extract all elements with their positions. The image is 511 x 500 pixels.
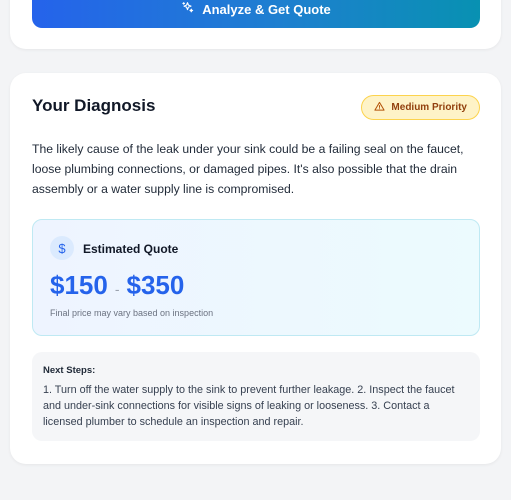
analyze-card: Analyze & Get Quote <box>10 0 501 49</box>
diagnosis-card: Your Diagnosis Medium Priority The likel… <box>10 73 501 464</box>
next-steps-text: 1. Turn off the water supply to the sink… <box>43 384 455 428</box>
quote-range: $150 - $350 <box>50 270 184 301</box>
diagnosis-text: The likely cause of the leak under your … <box>32 142 464 196</box>
quote-note: Final price may vary based on inspection <box>50 308 214 318</box>
priority-label: Medium Priority <box>391 102 467 113</box>
analyze-quote-label: Analyze & Get Quote <box>202 1 331 17</box>
dollar-icon: $ <box>50 236 74 260</box>
quote-max: $350 <box>126 270 185 300</box>
quote-min: $150 <box>50 270 108 300</box>
analyze-quote-button[interactable]: Analyze & Get Quote <box>32 0 480 28</box>
next-steps-title: Next Steps: <box>43 365 96 376</box>
next-steps-box: Next Steps: 1. Turn off the water supply… <box>32 352 480 441</box>
quote-separator: - <box>114 281 120 297</box>
diagnosis-title: Your Diagnosis <box>32 96 156 115</box>
quote-label: Estimated Quote <box>83 242 179 256</box>
sparkles-icon <box>181 1 194 17</box>
warning-triangle-icon <box>374 101 386 115</box>
priority-badge: Medium Priority <box>361 95 480 120</box>
estimated-quote-box: $ Estimated Quote $150 - $350 Final pric… <box>32 219 480 336</box>
